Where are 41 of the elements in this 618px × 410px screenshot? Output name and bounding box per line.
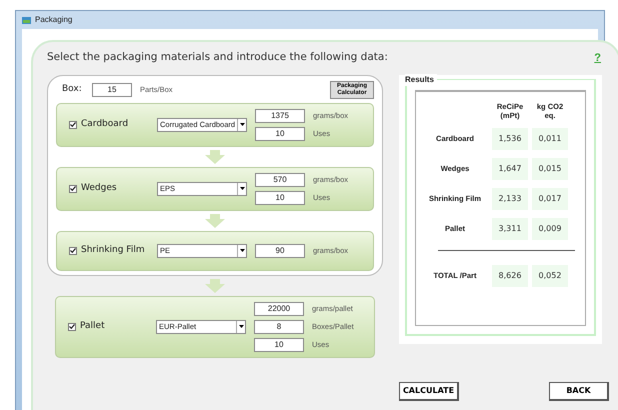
- results-title: Results: [405, 74, 437, 86]
- dropdown-arrow-icon: [240, 249, 244, 252]
- result-value: 1,647: [492, 158, 528, 180]
- dropdown-arrow-icon: [240, 123, 244, 126]
- value-field[interactable]: 90: [255, 244, 305, 258]
- value-field[interactable]: 10: [254, 338, 304, 352]
- result-value: 0,052: [532, 264, 568, 286]
- box-label: Box:: [62, 82, 83, 96]
- instruction-text: Select the packaging materials and introduce the following data:: [47, 50, 388, 66]
- action-button[interactable]: CALCULATE: [399, 382, 459, 400]
- material-checkbox[interactable]: Cardboard: [69, 118, 157, 132]
- result-value: 0,011: [532, 128, 568, 150]
- window-title: Packaging: [35, 14, 72, 26]
- material-checkbox[interactable]: Pallet: [68, 320, 156, 334]
- result-value: 0,015: [532, 158, 568, 180]
- box-count-field[interactable]: 15: [92, 82, 132, 96]
- material-checkbox[interactable]: Wedges: [69, 182, 157, 196]
- checkmark-icon: [69, 324, 75, 329]
- checkmark-icon: [70, 248, 76, 253]
- down-arrow-icon: [205, 150, 225, 164]
- result-value: 8,626: [492, 264, 528, 286]
- dropdown-arrow-icon: [240, 187, 244, 190]
- value-field[interactable]: 8: [254, 320, 304, 334]
- value-field[interactable]: 10: [255, 190, 305, 204]
- dropdown-arrow-icon: [238, 325, 244, 328]
- result-value: 0,017: [532, 188, 568, 210]
- down-arrow-icon: [205, 278, 225, 292]
- material-checkbox[interactable]: Shrinking Film: [69, 244, 157, 258]
- checkmark-icon: [70, 186, 76, 191]
- checkmark-icon: [70, 122, 76, 127]
- result-value: 1,536: [492, 128, 528, 150]
- value-field[interactable]: 570: [255, 172, 305, 186]
- result-value: 3,311: [492, 218, 528, 240]
- down-arrow-icon: [205, 214, 225, 228]
- result-value: 0,009: [532, 218, 568, 240]
- value-field[interactable]: 1375: [255, 108, 305, 122]
- value-field[interactable]: 22000: [254, 302, 304, 316]
- action-button[interactable]: BACK: [549, 382, 609, 400]
- result-value: 2,133: [492, 188, 528, 210]
- app-icon: [22, 16, 31, 24]
- value-field[interactable]: 10: [255, 126, 305, 140]
